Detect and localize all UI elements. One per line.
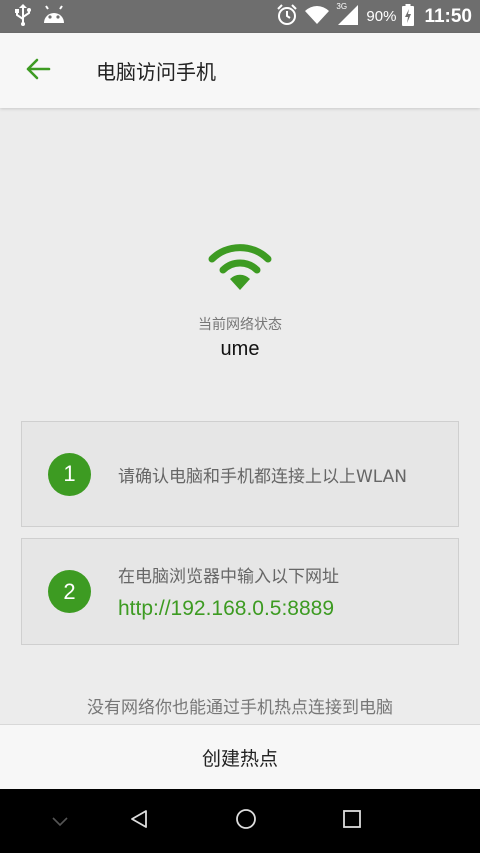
step-number-badge: 1	[48, 452, 91, 496]
step-number-badge: 2	[48, 570, 91, 613]
step-text: 请确认电脑和手机都连接上以上WLAN	[118, 466, 408, 487]
create-hotspot-button[interactable]: 创建热点	[0, 724, 480, 789]
status-bar: 3G 90% 11:50	[0, 0, 480, 33]
status-clock: 11:50	[424, 5, 472, 27]
nav-back-button[interactable]	[109, 789, 169, 853]
alarm-icon	[276, 3, 298, 30]
android-debug-icon	[42, 4, 66, 29]
page-title: 电脑访问手机	[96, 60, 216, 84]
step-card-1: 1 请确认电脑和手机都连接上以上WLAN	[21, 421, 459, 527]
step-text: 在电脑浏览器中输入以下网址	[118, 567, 339, 587]
cellular-signal-icon: 3G	[336, 1, 360, 30]
usb-icon	[14, 3, 32, 30]
wifi-indicator	[0, 241, 480, 295]
recents-square-icon	[343, 810, 361, 832]
battery-charging-icon	[402, 3, 415, 30]
back-arrow-icon	[25, 58, 51, 84]
nav-home-button[interactable]	[216, 789, 276, 853]
home-circle-icon	[235, 808, 257, 834]
step-card-2: 2 在电脑浏览器中输入以下网址 http://192.168.0.5:8889	[21, 538, 459, 645]
hotspot-hint: 没有网络你也能通过手机热点连接到电脑	[87, 698, 393, 718]
system-nav-bar	[0, 789, 480, 853]
chevron-down-icon	[52, 812, 68, 831]
access-url: http://192.168.0.5:8889	[118, 597, 335, 620]
nav-hide-button[interactable]	[30, 789, 90, 853]
network-type-label: 3G	[336, 1, 348, 11]
network-ssid: ume	[220, 338, 260, 360]
network-status-label: 当前网络状态	[198, 317, 282, 333]
wifi-status-icon	[304, 5, 330, 29]
app-bar: 电脑访问手机	[0, 33, 480, 108]
wifi-icon	[208, 241, 272, 295]
nav-recents-button[interactable]	[322, 789, 382, 853]
back-triangle-icon	[130, 809, 148, 833]
back-button[interactable]	[0, 33, 76, 108]
battery-percent: 90%	[366, 8, 397, 25]
